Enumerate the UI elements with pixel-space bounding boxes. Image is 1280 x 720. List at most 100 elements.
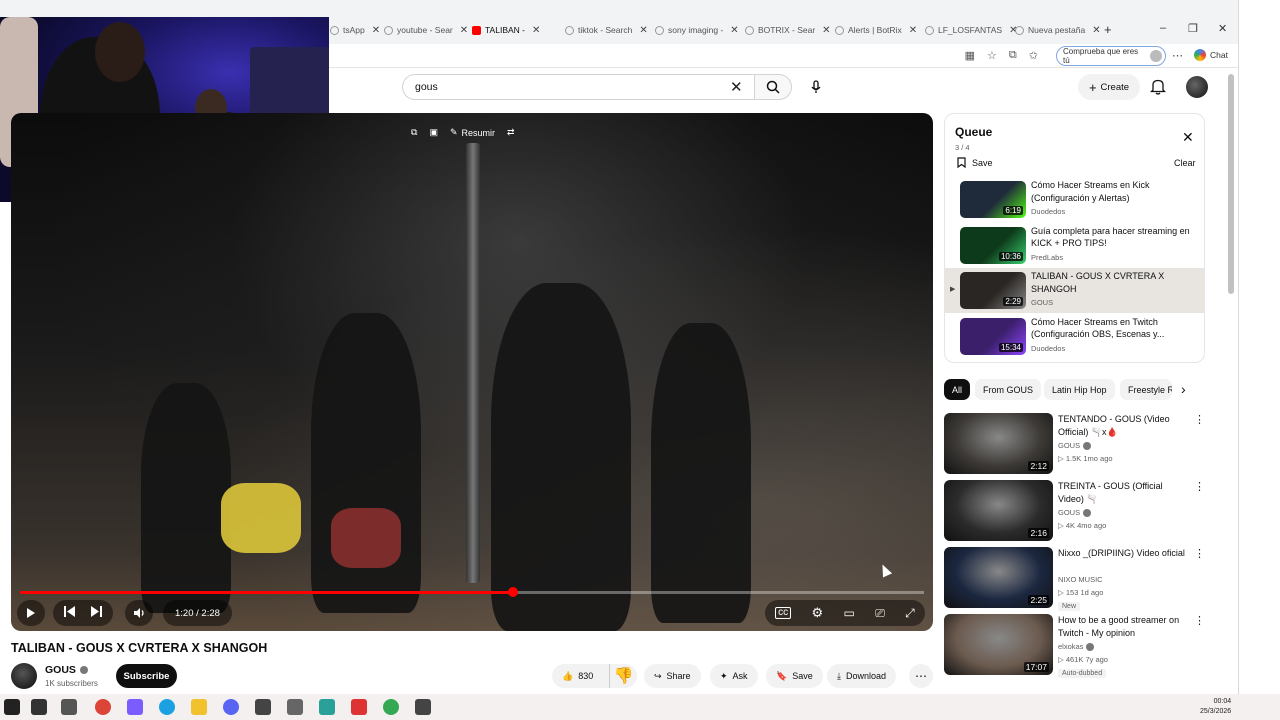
theater-mode-icon[interactable]: ▭ (844, 606, 855, 620)
filter-chip[interactable]: Latin Hip Hop (1044, 379, 1115, 400)
chevron-right-icon[interactable]: › (1181, 381, 1186, 397)
queue-item[interactable]: 15:34 Cómo Hacer Streams en Twitch (Conf… (945, 314, 1204, 359)
filter-chip[interactable]: All (944, 379, 971, 400)
queue-item[interactable]: ▶ 2:29 TALIBAN - GOUS X CVRTERA X SHANGO… (945, 268, 1204, 313)
progress-scrubber[interactable] (508, 587, 518, 597)
create-button[interactable]: + Create (1078, 74, 1140, 100)
share-button[interactable]: ↪ Share (644, 664, 701, 688)
browser-tab[interactable]: Nueva pestaña ✕ (1015, 21, 1101, 39)
filter-chip[interactable]: Freestyle R (1120, 379, 1172, 400)
app-icon[interactable] (319, 699, 335, 715)
settings-icon[interactable] (415, 699, 431, 715)
ask-button[interactable]: ✦ Ask (710, 664, 758, 688)
download-button[interactable]: ⤓ Download (827, 664, 897, 688)
star-icon[interactable]: ☆ (987, 49, 997, 62)
queue-item[interactable]: 10:36 Guía completa para hacer streaming… (945, 223, 1204, 268)
settings-icon[interactable]: ⚙ (812, 605, 824, 621)
profile-button[interactable]: Comprueba que eres tú (1056, 46, 1166, 66)
more-options-icon[interactable]: ⋮ (1194, 614, 1205, 627)
close-tab-icon[interactable]: ✕ (1092, 25, 1100, 36)
task-view-icon[interactable] (61, 699, 77, 715)
related-video[interactable]: 2:12 TENTANDO - GOUS (Video Official) 🫗x… (944, 413, 1206, 475)
more-actions-icon[interactable]: ⋯ (909, 664, 933, 688)
close-window-button[interactable]: ✕ (1218, 22, 1227, 35)
miniplayer-icon[interactable]: ⧉ (411, 127, 417, 138)
favorites-icon[interactable]: ✩ (1029, 49, 1038, 62)
discord-icon[interactable] (223, 699, 239, 715)
close-tab-icon[interactable]: ✕ (460, 25, 468, 36)
copilot-icon[interactable] (127, 699, 143, 715)
summarize-button[interactable]: ✎ Resumir (450, 127, 495, 138)
chrome-icon[interactable] (95, 699, 111, 715)
play-button[interactable] (17, 600, 45, 626)
app-icon[interactable] (351, 699, 367, 715)
progress-bar[interactable] (20, 587, 924, 597)
related-video[interactable]: 2:25 Nixxo _(DRIPIING) Video oficial NIX… (944, 547, 1206, 611)
browser-tab[interactable]: tiktok - Search ✕ (565, 21, 648, 39)
previous-button[interactable] (64, 604, 75, 622)
subtitles-icon[interactable]: cc (775, 607, 792, 619)
app-icon[interactable] (255, 699, 271, 715)
camera-icon[interactable] (287, 699, 303, 715)
dislike-button[interactable]: 👎 (609, 664, 637, 688)
file-explorer-icon[interactable] (191, 699, 207, 715)
page-scrollbar[interactable] (1228, 74, 1234, 294)
search-button[interactable] (754, 74, 792, 100)
minimize-button[interactable]: – (1160, 22, 1166, 34)
search-input[interactable]: gous (402, 74, 754, 100)
mute-button[interactable] (125, 600, 153, 626)
related-channel[interactable]: GOUS (1058, 508, 1092, 517)
related-video[interactable]: 2:16 TREINTA - GOUS (Official Video) 🫗 G… (944, 480, 1206, 542)
search-icon[interactable] (31, 699, 47, 715)
account-avatar[interactable] (1186, 76, 1208, 98)
chat-button[interactable]: Chat (1194, 49, 1228, 61)
edge-icon[interactable] (159, 699, 175, 715)
queue-item[interactable]: 6:19 Cómo Hacer Streams en Kick (Configu… (945, 177, 1204, 222)
channel-avatar[interactable] (11, 663, 37, 689)
fullscreen-icon[interactable]: ⤢ (905, 606, 915, 621)
save-button[interactable]: 🔖 Save (766, 664, 823, 688)
close-tab-icon[interactable]: ✕ (909, 25, 917, 36)
more-options-icon[interactable]: ⋮ (1194, 480, 1205, 493)
cast-icon[interactable]: ⎚ (875, 606, 885, 621)
filter-chip[interactable]: From GOUS (975, 379, 1042, 400)
notifications-button[interactable] (1149, 78, 1167, 100)
like-button[interactable]: 👍 830 (552, 664, 593, 688)
related-channel[interactable]: elxokas (1058, 642, 1095, 651)
browser-tab[interactable]: sony imaging - ✕ (655, 21, 739, 39)
browser-tab[interactable]: tsApp ✕ (330, 21, 380, 39)
related-channel[interactable]: GOUS (1058, 441, 1092, 450)
extension-icon[interactable]: ⧉ (1009, 49, 1017, 62)
browser-tab[interactable]: TALIBAN - ✕ (472, 21, 540, 39)
close-tab-icon[interactable]: ✕ (532, 25, 540, 36)
browser-tab[interactable]: BOTRIX - Sear ✕ (745, 21, 831, 39)
close-tab-icon[interactable]: ✕ (730, 25, 738, 36)
more-options-icon[interactable]: ⋮ (1194, 547, 1205, 560)
related-channel[interactable]: NIXO MUSIC (1058, 575, 1103, 584)
pip-icon[interactable]: ▣ (429, 127, 438, 138)
close-tab-icon[interactable]: ✕ (372, 25, 380, 36)
voice-search-button[interactable] (803, 74, 829, 100)
browser-menu-icon[interactable]: ⋯ (1172, 49, 1183, 62)
browser-tab[interactable]: youtube - Sear ✕ (384, 21, 468, 39)
save-queue-button[interactable]: Save (957, 157, 993, 168)
clear-search-icon[interactable]: ✕ (730, 78, 743, 96)
close-tab-icon[interactable]: ✕ (822, 25, 830, 36)
next-button[interactable] (91, 604, 102, 622)
more-options-icon[interactable]: ⋮ (1194, 413, 1205, 426)
close-queue-icon[interactable]: ✕ (1182, 129, 1194, 146)
browser-tab[interactable]: LF_LOSFANTAS ✕ (925, 21, 1017, 39)
new-tab-button[interactable]: + (1104, 20, 1112, 38)
clear-queue-button[interactable]: Clear (1174, 158, 1196, 168)
video-player[interactable]: ⧉ ▣ ✎ Resumir ⇄ 1:20 / 2:28 cc ⚙ ▭ ⎚ ⤢ (11, 113, 933, 631)
translate-icon[interactable]: ⇄ (507, 127, 515, 138)
maximize-button[interactable]: ❐ (1188, 22, 1198, 35)
close-tab-icon[interactable]: ✕ (639, 25, 647, 36)
subscribe-button[interactable]: Subscribe (116, 664, 177, 688)
channel-name[interactable]: GOUS (45, 664, 88, 676)
browser-tab[interactable]: Alerts | BotRix ✕ (835, 21, 917, 39)
chrome-icon[interactable] (383, 699, 399, 715)
windows-start-icon[interactable] (4, 699, 20, 715)
grid-icon[interactable]: ▦ (965, 49, 975, 62)
related-video[interactable]: 17:07 How to be a good streamer on Twitc… (944, 614, 1206, 678)
